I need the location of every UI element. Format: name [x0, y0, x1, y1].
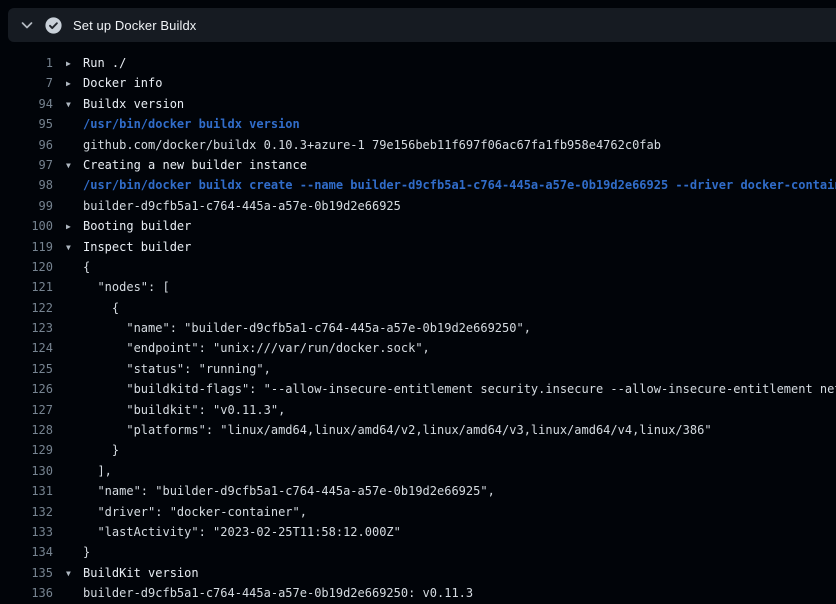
log-line: 130 ],	[0, 461, 836, 481]
log-output-text: }	[66, 440, 119, 460]
log-line: 120 {	[0, 257, 836, 277]
line-number-link[interactable]: 1	[0, 53, 53, 73]
line-number-link[interactable]: 100	[0, 216, 53, 236]
line-number-link[interactable]: 95	[0, 114, 53, 134]
log-lines: 1▶Run ./7▶Docker info94▼Buildx version95…	[0, 53, 836, 604]
line-number-link[interactable]: 98	[0, 175, 53, 195]
log-group-title: Run ./	[83, 56, 126, 70]
log-line: 126 "buildkitd-flags": "--allow-insecure…	[0, 379, 836, 399]
log-output-text: github.com/docker/buildx 0.10.3+azure-1 …	[66, 135, 661, 155]
line-number-link[interactable]: 97	[0, 155, 53, 175]
log-group-title: Docker info	[83, 76, 162, 90]
line-number-link[interactable]: 7	[0, 73, 53, 93]
line-number-link[interactable]: 126	[0, 379, 53, 399]
log-output-text: "driver": "docker-container",	[66, 502, 307, 522]
line-number-link[interactable]: 133	[0, 522, 53, 542]
log-line: 123 "name": "builder-d9cfb5a1-c764-445a-…	[0, 318, 836, 338]
triangle-right-icon: ▶	[66, 74, 83, 94]
log-line: 121 "nodes": [	[0, 277, 836, 297]
log-line: 131 "name": "builder-d9cfb5a1-c764-445a-…	[0, 481, 836, 501]
log-command-text: /usr/bin/docker buildx create --name bui…	[66, 175, 836, 195]
line-number-link[interactable]: 122	[0, 298, 53, 318]
line-number-link[interactable]: 123	[0, 318, 53, 338]
log-line: 96 github.com/docker/buildx 0.10.3+azure-…	[0, 135, 836, 155]
log-output-text: "status": "running",	[66, 359, 271, 379]
log-line: 134}	[0, 542, 836, 562]
check-circle-icon	[45, 17, 62, 34]
log-group-toggle[interactable]: 135 ▼BuildKit version	[0, 563, 836, 583]
log-command-text: /usr/bin/docker buildx version	[66, 114, 300, 134]
triangle-right-icon: ▶	[66, 217, 83, 237]
log-output-text: "buildkit": "v0.11.3",	[66, 400, 285, 420]
log-line: 129 }	[0, 440, 836, 460]
line-number-link[interactable]: 134	[0, 542, 53, 562]
log-line: 122 {	[0, 298, 836, 318]
log-line: 132 "driver": "docker-container",	[0, 502, 836, 522]
log-output-text: "endpoint": "unix:///var/run/docker.sock…	[66, 338, 430, 358]
line-number-link[interactable]: 125	[0, 359, 53, 379]
log-line: 99 builder-d9cfb5a1-c764-445a-a57e-0b19d2…	[0, 196, 836, 216]
log-group-toggle[interactable]: 119 ▼Inspect builder	[0, 237, 836, 257]
log-output-text: "name": "builder-d9cfb5a1-c764-445a-a57e…	[66, 318, 531, 338]
line-number-link[interactable]: 96	[0, 135, 53, 155]
line-number-link[interactable]: 124	[0, 338, 53, 358]
line-number-link[interactable]: 132	[0, 502, 53, 522]
log-output-text: builder-d9cfb5a1-c764-445a-a57e-0b19d2e6…	[66, 196, 401, 216]
triangle-right-icon: ▶	[66, 54, 83, 74]
line-number-link[interactable]: 127	[0, 400, 53, 420]
log-line: 95/usr/bin/docker buildx version	[0, 114, 836, 134]
log-group-title: Inspect builder	[83, 240, 191, 254]
line-number-link[interactable]: 119	[0, 237, 53, 257]
log-group-toggle[interactable]: 97 ▼Creating a new builder instance	[0, 155, 836, 175]
log-output-text: "platforms": "linux/amd64,linux/amd64/v2…	[66, 420, 712, 440]
log-output-text: "lastActivity": "2023-02-25T11:58:12.000…	[66, 522, 401, 542]
log-output-text: "buildkitd-flags": "--allow-insecure-ent…	[66, 379, 836, 399]
line-number-link[interactable]: 128	[0, 420, 53, 440]
step-title: Set up Docker Buildx	[73, 18, 196, 33]
line-number-link[interactable]: 135	[0, 563, 53, 583]
line-number-link[interactable]: 129	[0, 440, 53, 460]
log-output-text: }	[66, 542, 90, 562]
log-group-toggle[interactable]: 1 ▶Run ./	[0, 53, 836, 73]
log-line: 124 "endpoint": "unix:///var/run/docker.…	[0, 338, 836, 358]
triangle-down-icon: ▼	[66, 564, 83, 584]
log-line: 128 "platforms": "linux/amd64,linux/amd6…	[0, 420, 836, 440]
log-line: 127 "buildkit": "v0.11.3",	[0, 400, 836, 420]
triangle-down-icon: ▼	[66, 156, 83, 176]
line-number-link[interactable]: 120	[0, 257, 53, 277]
line-number-link[interactable]: 136	[0, 583, 53, 603]
log-output-text: {	[66, 298, 119, 318]
log-group-toggle[interactable]: 100 ▶Booting builder	[0, 216, 836, 236]
log-group-title: Buildx version	[83, 97, 184, 111]
line-number-link[interactable]: 99	[0, 196, 53, 216]
triangle-down-icon: ▼	[66, 95, 83, 115]
log-group-title: Booting builder	[83, 219, 191, 233]
log-group-title: Creating a new builder instance	[83, 158, 307, 172]
log-line: 98/usr/bin/docker buildx create --name b…	[0, 175, 836, 195]
log-output-text: ],	[66, 461, 112, 481]
log-line: 133 "lastActivity": "2023-02-25T11:58:12…	[0, 522, 836, 542]
line-number-link[interactable]: 131	[0, 481, 53, 501]
triangle-down-icon: ▼	[66, 238, 83, 258]
line-number-link[interactable]: 121	[0, 277, 53, 297]
log-group-title: BuildKit version	[83, 566, 199, 580]
log-group-toggle[interactable]: 7 ▶Docker info	[0, 73, 836, 93]
line-number-link[interactable]: 94	[0, 94, 53, 114]
log-group-toggle[interactable]: 94 ▼Buildx version	[0, 94, 836, 114]
log-line: 136 builder-d9cfb5a1-c764-445a-a57e-0b19d…	[0, 583, 836, 603]
log-output-text: "nodes": [	[66, 277, 170, 297]
log-output-text: builder-d9cfb5a1-c764-445a-a57e-0b19d2e6…	[66, 583, 473, 603]
line-number-link[interactable]: 130	[0, 461, 53, 481]
log-line: 125 "status": "running",	[0, 359, 836, 379]
step-header[interactable]: Set up Docker Buildx	[8, 8, 836, 42]
log-output-text: "name": "builder-d9cfb5a1-c764-445a-a57e…	[66, 481, 495, 501]
chevron-down-icon[interactable]	[19, 17, 35, 33]
log-output-text: {	[66, 257, 90, 277]
